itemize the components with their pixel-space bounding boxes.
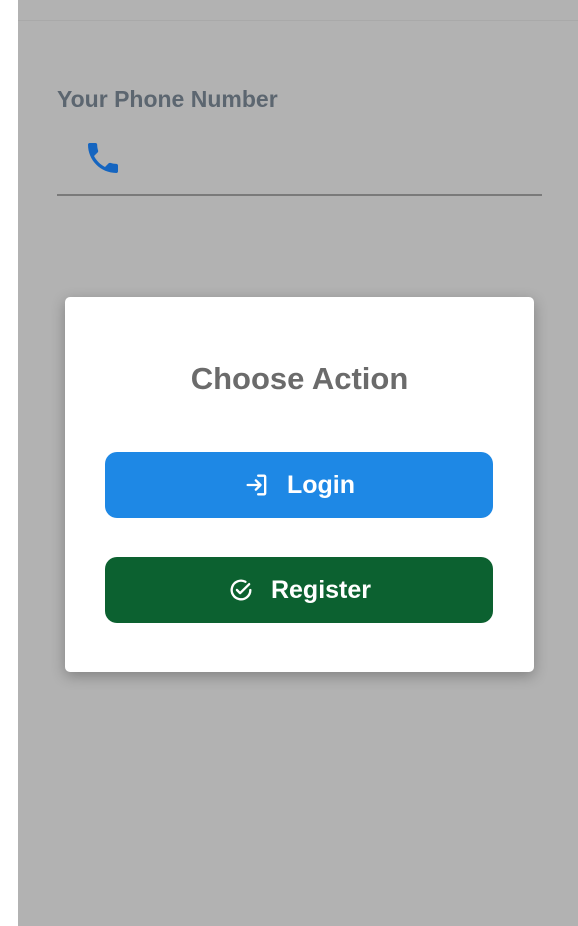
app-screen: Your Phone Number Choose Action Login Re… (18, 0, 578, 926)
check-circle-icon (230, 579, 252, 601)
register-button[interactable]: Register (105, 557, 493, 623)
register-button-label: Register (270, 575, 372, 604)
status-bar (18, 0, 578, 21)
login-icon (246, 474, 267, 496)
phone-icon (88, 143, 118, 173)
login-button[interactable]: Login (105, 452, 493, 518)
choose-action-dialog: Choose Action Login Register (65, 297, 534, 672)
login-button-label: Login (286, 470, 356, 499)
dialog-title: Choose Action (190, 361, 409, 396)
phone-number-input[interactable] (135, 138, 529, 180)
phone-number-field[interactable] (57, 128, 542, 196)
phone-number-label: Your Phone Number (57, 86, 278, 112)
